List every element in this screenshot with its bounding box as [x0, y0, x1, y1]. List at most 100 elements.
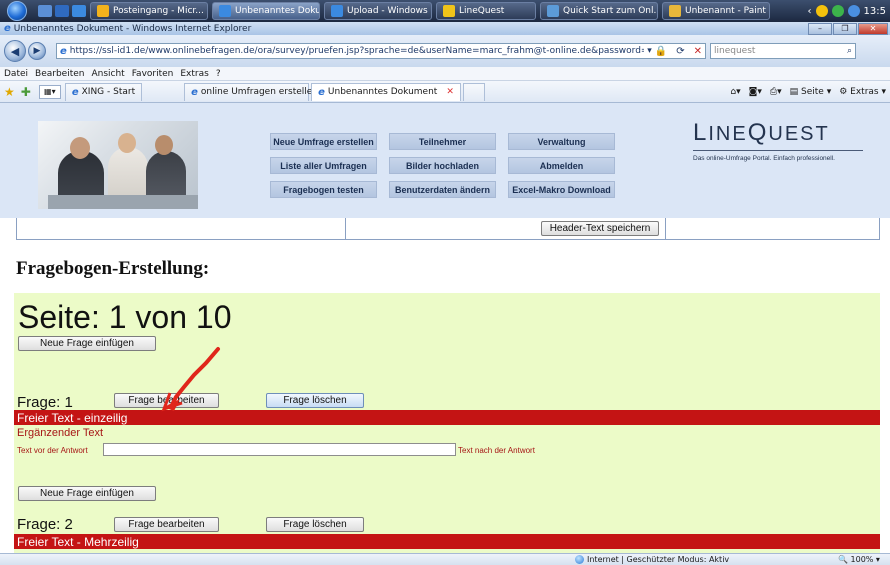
volume-icon[interactable]	[847, 5, 860, 17]
ie-icon: e	[4, 23, 11, 34]
question-1-label: Frage: 1	[17, 394, 73, 411]
system-tray: ‹ 13:5	[808, 5, 890, 17]
clock[interactable]: 13:5	[864, 6, 886, 17]
windows-logo-icon	[7, 1, 27, 21]
edit-question-2-button[interactable]: Frage bearbeiten	[114, 517, 219, 532]
maximize-button[interactable]: ❐	[833, 22, 857, 35]
network-icon[interactable]	[831, 5, 844, 17]
nav-upload-images[interactable]: Bilder hochladen	[389, 157, 496, 174]
nav-admin[interactable]: Verwaltung	[508, 133, 615, 150]
nav-participants[interactable]: Teilnehmer	[389, 133, 496, 150]
answer-input[interactable]	[103, 443, 456, 456]
linequest-logo: LINEQUEST Das online-Umfrage Portal. Ein…	[693, 119, 863, 162]
close-button[interactable]: ✕	[858, 22, 888, 35]
window-title: Unbenanntes Dokument - Windows Internet …	[13, 23, 252, 34]
page-indicator: Seite: 1 von 10	[18, 299, 232, 335]
close-tab-icon[interactable]: ✕	[446, 87, 454, 97]
start-button[interactable]	[0, 0, 34, 22]
forward-button[interactable]: ▶	[28, 42, 46, 60]
minimize-button[interactable]: –	[808, 22, 832, 35]
menu-bearbeiten[interactable]: Bearbeiten	[35, 69, 84, 79]
nav-new-survey[interactable]: Neue Umfrage erstellen	[270, 133, 377, 150]
task-outlook[interactable]: Posteingang - Micr...	[90, 2, 208, 20]
question-2-label: Frage: 2	[17, 516, 73, 533]
ie-icon	[331, 5, 343, 17]
task-quickstart[interactable]: Quick Start zum Onl...	[540, 2, 658, 20]
task-ie-document[interactable]: Unbenanntes Doku...	[212, 2, 320, 20]
menu-datei[interactable]: Datei	[4, 69, 28, 79]
page-icon: e	[71, 86, 79, 98]
dropdown-icon[interactable]: ▾	[647, 46, 652, 56]
ie-icon	[219, 5, 231, 17]
nav-change-userdata[interactable]: Benutzerdaten ändern	[389, 181, 496, 198]
tab-unbenanntes-dokument[interactable]: e Unbenanntes Dokument ✕	[311, 82, 462, 101]
tab-online-umfragen[interactable]: e online Umfragen erstellen,...	[184, 82, 329, 101]
nav-excel-macro[interactable]: Excel-Makro Download	[508, 181, 615, 198]
menu-ansicht[interactable]: Ansicht	[91, 69, 124, 79]
home-icon[interactable]: ⌂▾	[730, 87, 740, 97]
ie-quicklaunch-icon[interactable]	[72, 5, 86, 17]
print-icon[interactable]: ⎙▾	[770, 87, 782, 97]
add-favorite-icon[interactable]: ✚	[21, 85, 31, 99]
question-2-type-bar: Freier Text - Mehrzeilig	[14, 534, 880, 549]
menu-bar: Datei Bearbeiten Ansicht Favoriten Extra…	[0, 67, 890, 81]
nav-list-surveys[interactable]: Liste aller Umfragen	[270, 157, 377, 174]
save-header-text-button[interactable]: Header-Text speichern	[541, 221, 659, 236]
refresh-icon[interactable]: ⟳	[673, 46, 687, 57]
favorites-bar: ★ ✚ ▦▾ e XING - Start e online Umfragen er…	[0, 81, 890, 103]
switch-windows-icon[interactable]	[55, 5, 69, 17]
window-titlebar: e Unbenanntes Dokument - Windows Interne…	[0, 22, 890, 35]
survey-editor: Seite: 1 von 10 Neue Frage einfügen Frag…	[14, 293, 880, 553]
back-button[interactable]: ◀	[4, 40, 26, 62]
messenger-icon[interactable]	[815, 5, 828, 17]
task-linequest[interactable]: LineQuest	[436, 2, 536, 20]
lock-icon[interactable]: 🔒	[655, 46, 670, 57]
paint-icon	[669, 5, 681, 17]
insert-question-button-2[interactable]: Neue Frage einfügen	[18, 486, 156, 501]
annotation-arrow-icon	[161, 347, 220, 412]
header-text-row: Header-Text speichern	[16, 218, 880, 240]
search-input[interactable]: linequest ⌕	[710, 43, 856, 59]
chevron-left-icon[interactable]: ‹	[808, 6, 812, 17]
favorites-star-icon[interactable]: ★	[4, 85, 15, 99]
status-bar: Internet | Geschützter Modus: Aktiv 🔍 10…	[0, 553, 890, 565]
globe-icon	[575, 555, 584, 564]
task-paint[interactable]: Unbenannt - Paint	[662, 2, 770, 20]
menu-favoriten[interactable]: Favoriten	[132, 69, 174, 79]
quick-launch	[38, 5, 86, 17]
nav-test-questionnaire[interactable]: Fragebogen testen	[270, 181, 377, 198]
window-controls: – ❐ ✕	[808, 22, 890, 35]
security-zone[interactable]: Internet | Geschützter Modus: Aktiv	[575, 555, 729, 564]
site-header: Neue Umfrage erstellen Teilnehmer Verwal…	[0, 103, 890, 218]
address-bar[interactable]: e https://ssl-id1.de/www.onlinebefragen.…	[56, 43, 706, 59]
menu-help[interactable]: ?	[216, 69, 221, 79]
address-toolbar: ◀ ▶ e https://ssl-id1.de/www.onlinebefra…	[0, 35, 890, 67]
stop-icon[interactable]: ✕	[691, 46, 705, 57]
folder-icon	[443, 5, 455, 17]
page-icon: e	[191, 86, 198, 98]
feeds-icon[interactable]: ◙▾	[749, 87, 762, 97]
favorite-xing[interactable]: e XING - Start	[64, 82, 143, 101]
insert-question-button[interactable]: Neue Frage einfügen	[18, 336, 156, 351]
task-ie-upload[interactable]: Upload - Windows I...	[324, 2, 432, 20]
question-1-type-bar: Freier Text - einzeilig	[14, 410, 880, 425]
windows-taskbar: Posteingang - Micr... Unbenanntes Doku..…	[0, 0, 890, 22]
menu-extras-cmd[interactable]: ⚙ Extras ▾	[839, 87, 886, 97]
new-tab-button[interactable]	[463, 82, 486, 101]
logo-tagline: Das online-Umfrage Portal. Einfach profe…	[693, 155, 835, 162]
zoom-level[interactable]: 🔍 100% ▾	[838, 555, 880, 564]
quick-tabs-icon[interactable]: ▦▾	[38, 84, 61, 99]
menu-seite[interactable]: ▤ Seite ▾	[790, 87, 832, 97]
menu-extras[interactable]: Extras	[180, 69, 208, 79]
search-icon[interactable]: ⌕	[847, 46, 855, 56]
text-before-answer: Text vor der Antwort	[17, 446, 88, 455]
command-bar: ⌂▾ ◙▾ ⎙▾ ▤ Seite ▾ ⚙ Extras ▾	[730, 87, 890, 97]
url-text[interactable]: https://ssl-id1.de/www.onlinebefragen.de…	[70, 46, 644, 56]
page-icon: e	[318, 86, 325, 98]
show-desktop-icon[interactable]	[38, 5, 52, 17]
delete-question-2-button[interactable]: Frage löschen	[266, 517, 364, 532]
delete-question-1-button[interactable]: Frage löschen	[266, 393, 364, 408]
nav-logout[interactable]: Abmelden	[508, 157, 615, 174]
outlook-icon	[97, 5, 109, 17]
page-title: Fragebogen-Erstellung:	[16, 258, 210, 279]
